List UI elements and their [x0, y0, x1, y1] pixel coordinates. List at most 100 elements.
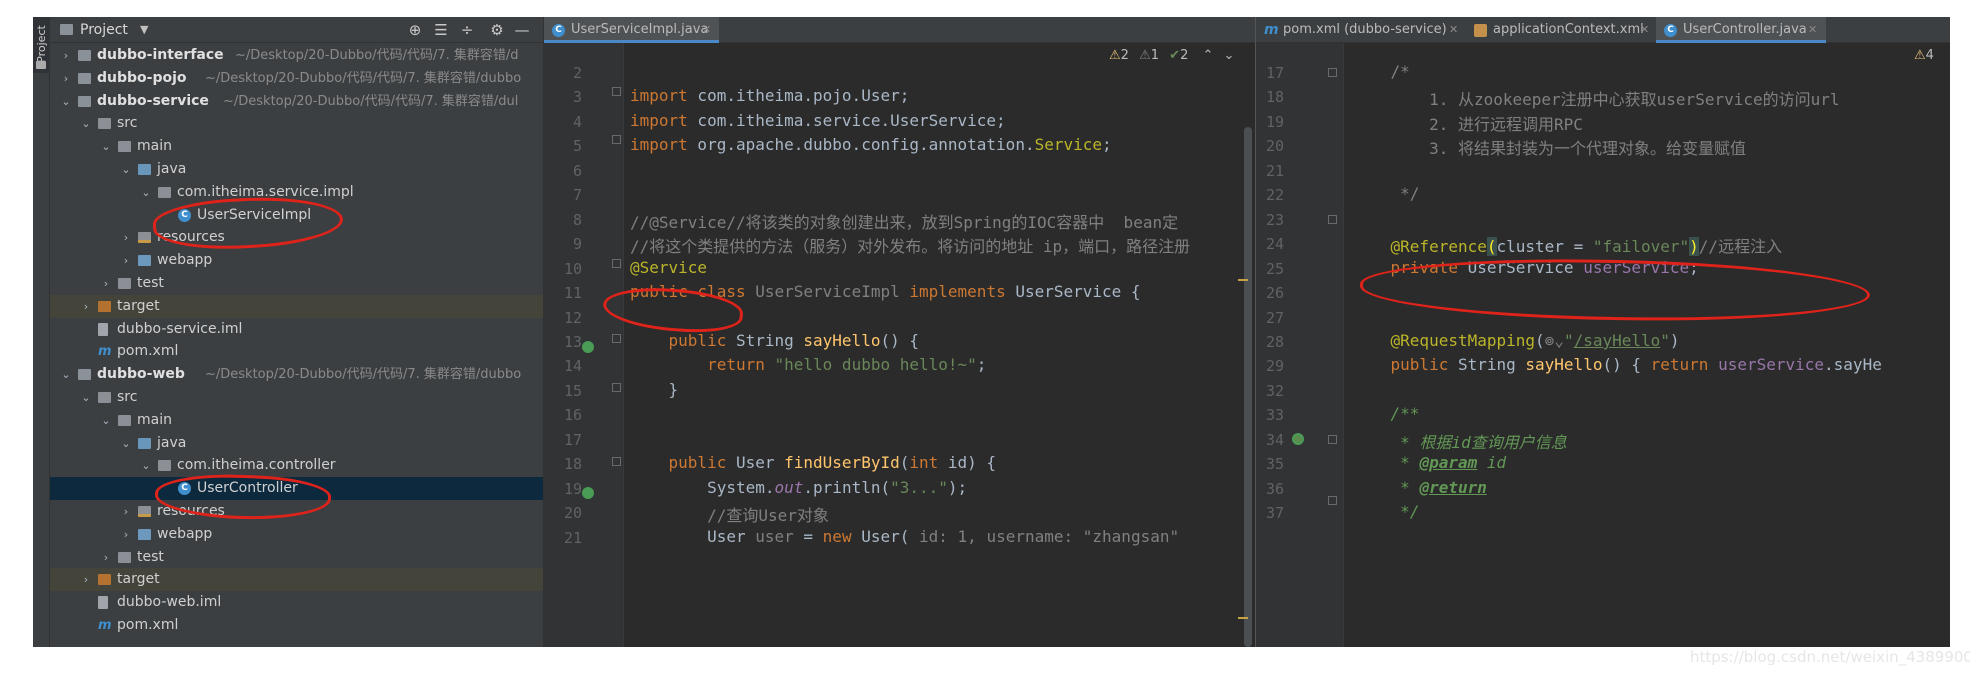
close-icon[interactable]: ✕ [1640, 17, 1649, 43]
xml-file-icon [1474, 24, 1487, 37]
close-icon[interactable]: ✕ [702, 17, 711, 43]
tab-application-context[interactable]: applicationContext.xml ✕ [1466, 17, 1656, 43]
tree-item[interactable]: ⌄ main [50, 409, 543, 432]
fold-icon[interactable] [1328, 68, 1337, 77]
tree-item[interactable]: › target [50, 294, 543, 318]
chevron-right-icon[interactable]: › [120, 500, 132, 523]
close-icon[interactable]: ✕ [1808, 17, 1817, 43]
fold-icon[interactable] [1328, 496, 1337, 505]
tab-pom-xml[interactable]: m pom.xml (dubbo-service) ✕ [1256, 17, 1466, 43]
gear-icon[interactable]: ⚙ [487, 20, 507, 40]
tree-item[interactable]: m pom.xml [50, 340, 543, 363]
tree-item[interactable]: ⌄ com.itheima.controller [50, 454, 543, 477]
chevron-right-icon[interactable]: › [80, 568, 92, 591]
chevron-right-icon[interactable]: › [80, 295, 92, 318]
line-number: 16 [563, 406, 582, 425]
project-view-selector[interactable]: Project [80, 22, 128, 38]
tree-item-label: dubbo-service.iml [117, 320, 243, 337]
chevron-right-icon[interactable]: › [120, 226, 132, 249]
tree-item[interactable]: m pom.xml [50, 614, 543, 637]
implements-method-icon[interactable] [582, 341, 594, 353]
tree-item[interactable]: ⌄ src [50, 112, 543, 135]
tree-item[interactable]: ⌄ java [50, 432, 543, 455]
chevron-right-icon[interactable]: › [60, 44, 72, 67]
collapse-all-icon[interactable]: ÷ [457, 20, 477, 40]
chevron-right-icon[interactable]: › [120, 249, 132, 272]
fold-icon[interactable] [612, 383, 621, 392]
chevron-right-icon[interactable]: › [100, 546, 112, 569]
module-folder-icon [78, 95, 91, 107]
tree-item[interactable]: › dubbo-pojo ~/Desktop/20-Dubbo/代码/代码/7. 集… [50, 67, 543, 90]
chevron-up-icon[interactable]: ⌃ [1202, 48, 1213, 63]
chevron-down-icon[interactable]: ⌄ [80, 386, 92, 409]
code-line: /* [1390, 62, 1410, 81]
iml-file-icon [98, 596, 108, 610]
locate-icon[interactable]: ⊕ [405, 20, 425, 40]
iml-file-icon [98, 322, 108, 336]
minimize-icon[interactable]: — [512, 20, 532, 40]
line-number: 20 [1265, 137, 1284, 156]
fold-icon[interactable] [612, 87, 621, 96]
tab-userserviceimpl[interactable]: C UserServiceImpl.java ✕ [544, 17, 719, 43]
fold-icon[interactable] [612, 334, 621, 343]
tree-item[interactable]: › webapp [50, 249, 543, 272]
spring-bean-icon[interactable] [1292, 433, 1304, 445]
tree-item[interactable]: › webapp [50, 523, 543, 546]
editor-tab-bar: C UserServiceImpl.java ✕ [544, 17, 1255, 43]
chevron-down-icon[interactable]: ⌄ [80, 112, 92, 135]
fold-icon[interactable] [612, 457, 621, 466]
tree-item[interactable]: › test [50, 546, 543, 569]
tree-item[interactable]: ⌄ src [50, 386, 543, 409]
inspection-widget[interactable]: ⚠4 [1914, 48, 1934, 63]
tree-item[interactable]: ⌄ main [50, 135, 543, 158]
expand-all-icon[interactable]: ☰ [431, 20, 451, 40]
chevron-down-icon[interactable]: ⌄ [60, 363, 72, 386]
tree-item-label: dubbo-web.iml [117, 594, 222, 611]
chevron-right-icon[interactable]: › [60, 67, 72, 90]
line-number: 7 [572, 186, 582, 205]
error-stripe-mark[interactable] [1238, 279, 1248, 281]
weak-warning-count: 1 [1150, 48, 1160, 63]
chevron-right-icon[interactable]: › [120, 523, 132, 546]
fold-icon[interactable] [1328, 435, 1337, 444]
code-line: //查询User对象 [707, 506, 829, 526]
chevron-down-icon[interactable]: ⌄ [120, 158, 132, 181]
close-icon[interactable]: ✕ [1449, 17, 1458, 43]
chevron-down-icon[interactable]: ▼ [140, 23, 148, 36]
chevron-down-icon[interactable]: ⌄ [100, 409, 112, 432]
chevron-right-icon[interactable]: › [100, 272, 112, 295]
error-stripe-mark[interactable] [1238, 617, 1248, 619]
line-number: 20 [563, 504, 582, 523]
chevron-down-icon[interactable]: ⌄ [140, 454, 152, 477]
line-number: 5 [572, 137, 582, 156]
tree-item[interactable]: › test [50, 272, 543, 295]
fold-icon[interactable] [1328, 215, 1337, 224]
fold-icon[interactable] [612, 135, 621, 144]
tree-item[interactable]: ⌄ java [50, 158, 543, 181]
scrollbar-thumb[interactable] [1244, 127, 1252, 647]
tree-item-label: test [137, 275, 164, 291]
project-tool-tab[interactable]: Project [33, 17, 50, 73]
line-number: 12 [563, 308, 582, 327]
chevron-down-icon[interactable]: ⌄ [120, 432, 132, 455]
source-folder-icon [138, 164, 151, 175]
tree-item[interactable]: ⌄ dubbo-service ~/Desktop/20-Dubbo/代码/代码/7… [50, 90, 543, 113]
tree-item[interactable]: ⌄ dubbo-web ~/Desktop/20-Dubbo/代码/代码/7. 集群… [50, 363, 543, 386]
implements-method-icon[interactable] [582, 487, 594, 499]
chevron-down-icon[interactable]: ⌄ [140, 181, 152, 204]
chevron-down-icon[interactable]: ⌄ [60, 90, 72, 113]
tree-item[interactable]: › dubbo-interface ~/Desktop/20-Dubbo/代码/代码… [50, 44, 543, 67]
tree-item[interactable]: dubbo-web.iml [50, 591, 543, 614]
scrollbar[interactable] [1244, 77, 1252, 647]
tree-item[interactable]: › target [50, 568, 543, 592]
line-number: 35 [1265, 455, 1284, 474]
line-number: 17 [563, 430, 582, 449]
chevron-down-icon[interactable]: ⌄ [100, 135, 112, 158]
tree-item-path: ~/Desktop/20-Dubbo/代码/代码/7. 集群容错/d [235, 48, 519, 63]
tab-usercontroller[interactable]: C UserController.java ✕ [1656, 17, 1826, 43]
fold-icon[interactable] [612, 259, 621, 268]
tree-item[interactable]: dubbo-service.iml [50, 318, 543, 341]
inspection-widget[interactable]: ⚠2 ⚠1 ✔2 ⌃ ⌄ [1109, 48, 1234, 63]
code-line: System.out.println("3..."); [630, 477, 968, 497]
chevron-down-icon[interactable]: ⌄ [1224, 48, 1235, 63]
